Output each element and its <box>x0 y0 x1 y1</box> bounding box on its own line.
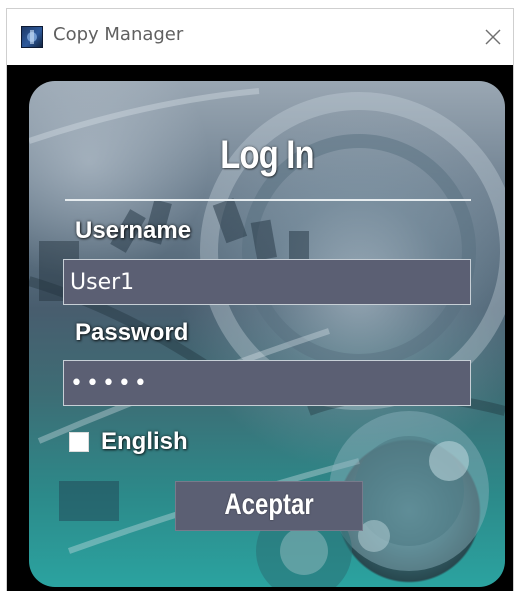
window-title: Copy Manager <box>53 24 184 45</box>
app-icon <box>21 26 43 48</box>
heading-divider <box>65 199 471 201</box>
accept-button[interactable]: Aceptar <box>175 481 363 531</box>
title-bar: Copy Manager <box>7 9 513 65</box>
english-checkbox[interactable] <box>69 432 89 452</box>
close-icon <box>485 29 501 45</box>
login-panel: Log In Username Password English Aceptar <box>29 81 505 587</box>
accept-button-label: Aceptar <box>224 488 314 521</box>
login-window: Copy Manager Log In Username User1 Passw… <box>6 8 514 591</box>
password-label: Password <box>75 319 189 346</box>
close-button[interactable] <box>477 21 509 53</box>
english-checkbox-label: English <box>101 428 188 455</box>
login-heading: Log In <box>220 133 314 177</box>
username-input[interactable] <box>63 259 471 305</box>
username-label: Username <box>75 217 192 244</box>
password-input[interactable] <box>63 360 471 406</box>
client-area: Log In Username Password English Aceptar <box>7 65 513 591</box>
